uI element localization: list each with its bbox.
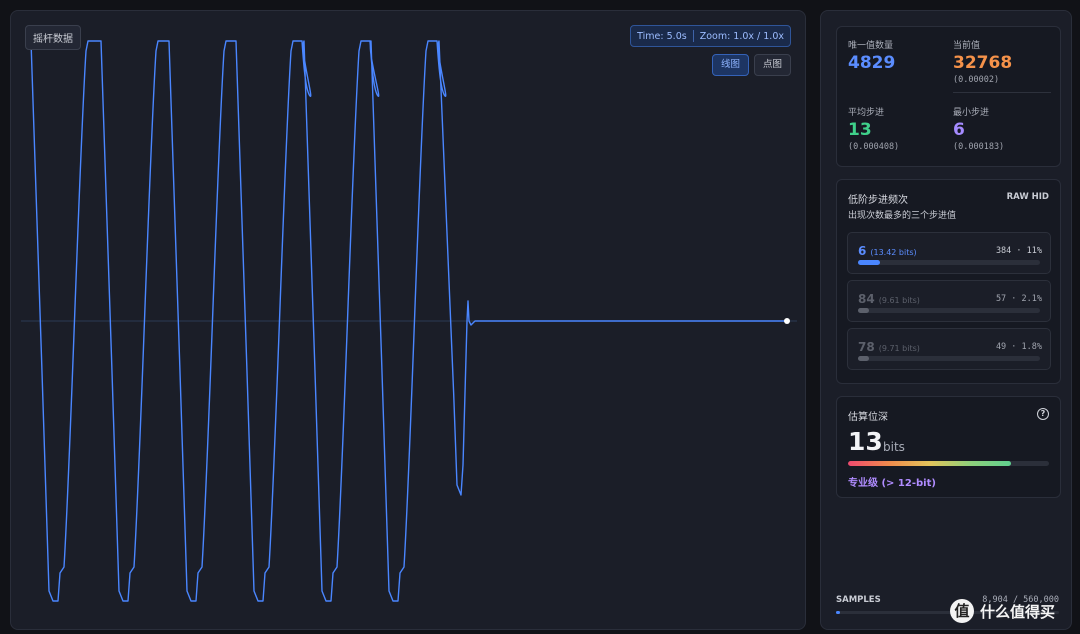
help-icon[interactable]: ? <box>1037 408 1049 420</box>
chart-tag: 摇杆数据 <box>25 25 81 50</box>
freq-bar <box>858 356 1040 361</box>
freq-step-value: 78 (9.71 bits) <box>858 340 920 354</box>
depth-bar-fill <box>848 461 1011 466</box>
min-step-value: 6 <box>953 120 965 140</box>
stats-sidebar: 唯一值数量 4829 当前值 32768 (0.00002) 平均步进 13 (… <box>820 10 1072 630</box>
watermark-logo: 值 <box>950 599 974 623</box>
avg-step-value: 13 <box>848 120 872 140</box>
freq-count: 57 · 2.1% <box>995 294 1042 304</box>
freq-count: 49 · 1.8% <box>995 342 1042 352</box>
line-mode-button[interactable]: 线图 <box>711 54 749 76</box>
depth-value: 13 <box>848 427 883 456</box>
unique-count-label: 唯一值数量 <box>848 41 894 51</box>
samples-bar-fill <box>836 611 840 614</box>
freq-item[interactable]: 6 (13.42 bits) 384 · 11% <box>847 232 1051 274</box>
raw-hid-badge: RAW HID <box>1006 192 1049 202</box>
freq-bar <box>858 308 1040 313</box>
min-step-label: 最小步进 <box>953 108 990 118</box>
watermark-text: 什么值得买 <box>980 602 1056 621</box>
avg-step-normalized: (0.000408) <box>848 142 900 152</box>
freq-bar <box>858 260 1040 265</box>
freq-bar-fill <box>858 308 869 313</box>
chart-info-badge: Time: 5.0s Zoom: 1.0x / 1.0x <box>630 25 791 47</box>
depth-level-label: 专业级 (> 12-bit) <box>848 478 936 489</box>
stats-card: 唯一值数量 4829 当前值 32768 (0.00002) 平均步进 13 (… <box>836 26 1061 167</box>
freq-item[interactable]: 84 (9.61 bits) 57 · 2.1% <box>847 280 1051 322</box>
depth-bar <box>848 461 1049 466</box>
current-value-stat: 当前值 32768 (0.00002) <box>953 38 1012 85</box>
stat-divider <box>953 92 1051 93</box>
min-step-stat: 最小步进 6 (0.000183) <box>953 105 1004 152</box>
step-frequency-card: 低阶步进频次 RAW HID 出现次数最多的三个步进值 6 (13.42 bits… <box>836 179 1061 384</box>
unique-count-value: 4829 <box>848 53 896 73</box>
waveform-panel: 摇杆数据 Time: 5.0s Zoom: 1.0x / 1.0x 线图 点图 <box>10 10 806 630</box>
freq-description: 出现次数最多的三个步进值 <box>848 211 957 221</box>
freq-bar-fill <box>858 260 880 265</box>
freq-item[interactable]: 78 (9.71 bits) 49 · 1.8% <box>847 328 1051 370</box>
depth-unit: bits <box>883 440 905 454</box>
current-value-normalized: (0.00002) <box>953 75 1000 85</box>
avg-step-label: 平均步进 <box>848 108 885 118</box>
freq-step-value: 6 (13.42 bits) <box>858 244 917 258</box>
depth-title: 估算位深 <box>848 412 888 423</box>
unique-count-stat: 唯一值数量 4829 <box>848 38 895 73</box>
watermark: 值 什么值得买 <box>950 598 1055 624</box>
zoom-readout: Zoom: 1.0x / 1.0x <box>699 30 784 42</box>
freq-count: 384 · 11% <box>995 246 1042 256</box>
avg-step-stat: 平均步进 13 (0.000408) <box>848 105 899 152</box>
freq-step-value: 84 (9.61 bits) <box>858 292 920 306</box>
samples-label: SAMPLES <box>836 595 881 605</box>
current-point-marker <box>784 318 790 324</box>
time-readout: Time: 5.0s <box>637 30 687 42</box>
current-value-value: 32768 <box>953 53 1013 73</box>
min-step-normalized: (0.000183) <box>953 142 1005 152</box>
waveform-chart[interactable] <box>11 11 806 630</box>
freq-title: 低阶步进频次 <box>848 195 908 206</box>
current-value-label: 当前值 <box>953 41 981 51</box>
dot-mode-button[interactable]: 点图 <box>753 54 791 76</box>
bit-depth-card: 估算位深 ? 13 bits 专业级 (> 12-bit) <box>836 396 1061 498</box>
freq-bar-fill <box>858 356 869 361</box>
